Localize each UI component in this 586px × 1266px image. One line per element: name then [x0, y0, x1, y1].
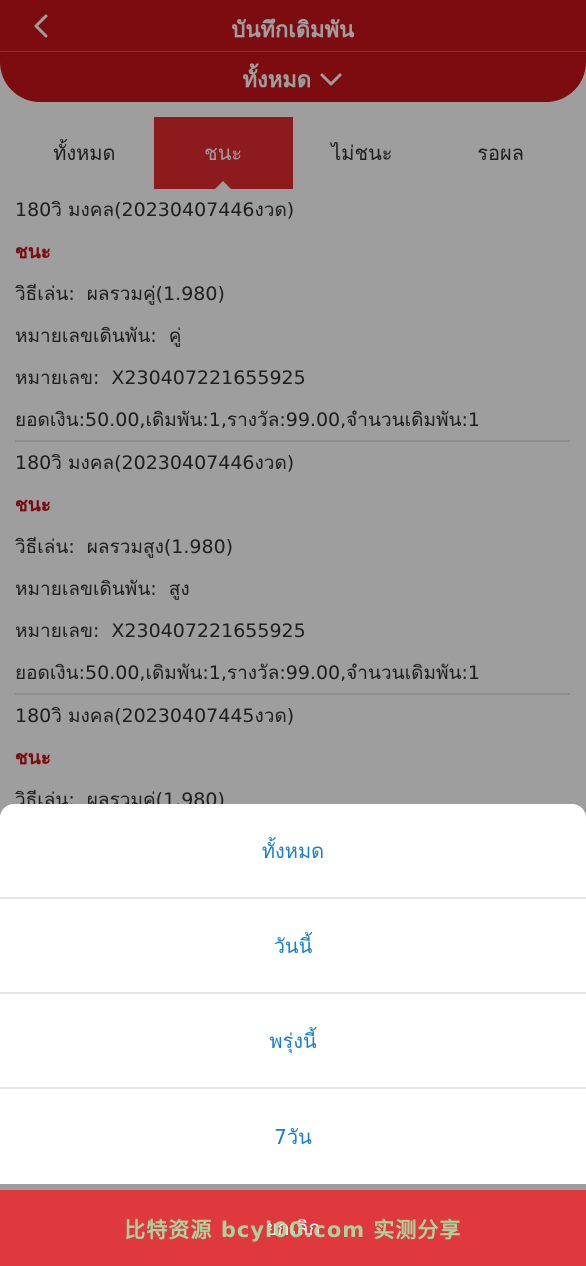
sheet-option-all[interactable]: ทั้งหมด: [0, 804, 586, 899]
cancel-button[interactable]: ยกเลิก: [0, 1190, 586, 1266]
sheet-option-today[interactable]: วันนี้: [0, 899, 586, 994]
sheet-option-tomorrow[interactable]: พรุ่งนี้: [0, 994, 586, 1089]
date-filter-sheet: ทั้งหมด วันนี้ พรุ่งนี้ 7วัน: [0, 804, 586, 1184]
sheet-option-7days[interactable]: 7วัน: [0, 1089, 586, 1184]
